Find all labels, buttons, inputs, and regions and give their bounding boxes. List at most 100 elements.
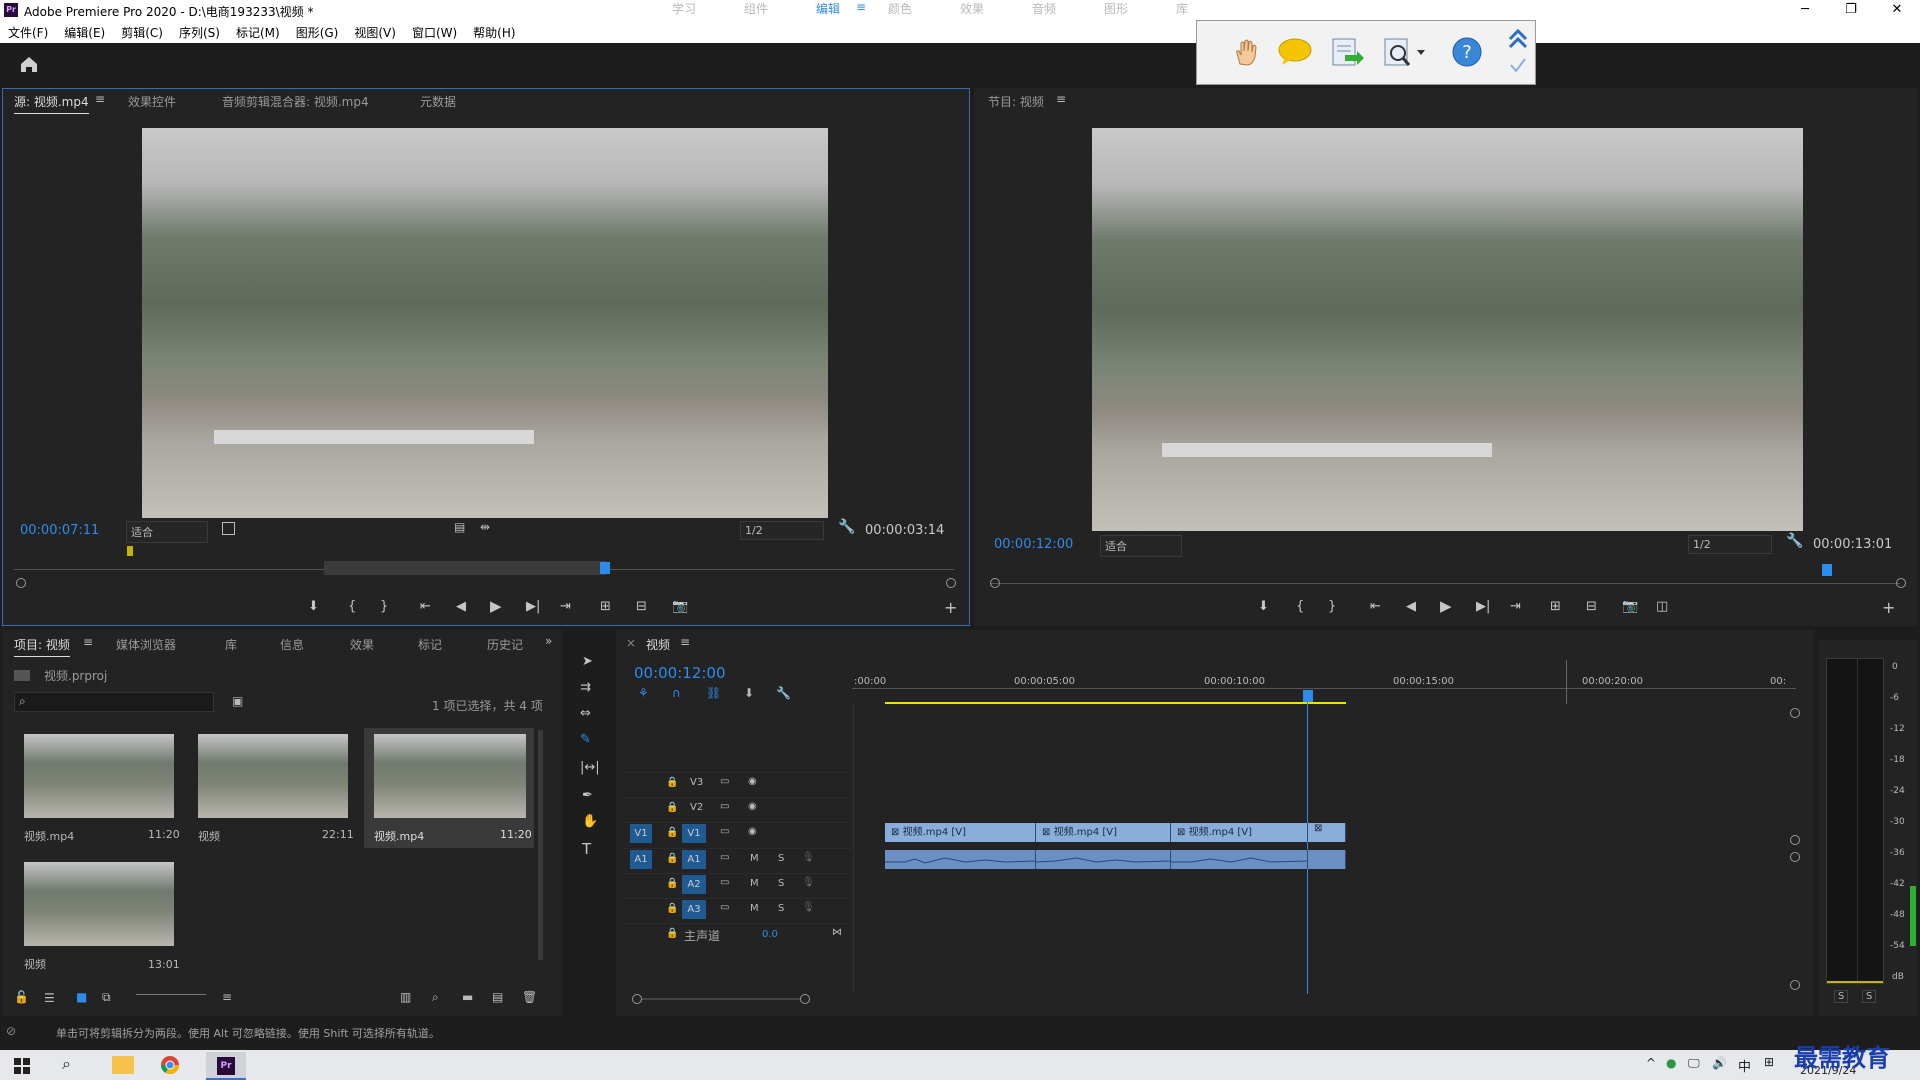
- go-to-end-icon[interactable]: ⋈: [832, 927, 842, 938]
- tab-info[interactable]: 信息: [280, 636, 304, 653]
- tab-effects[interactable]: 效果: [350, 636, 374, 653]
- linked-selection-icon[interactable]: ⛓: [706, 686, 721, 700]
- type-tool-icon[interactable]: T: [582, 840, 591, 858]
- menu-edit[interactable]: 编辑(E): [56, 21, 113, 41]
- lock-icon[interactable]: 🔒: [666, 903, 678, 914]
- mute-button[interactable]: M: [750, 903, 759, 914]
- camera-icon[interactable]: 📷: [1622, 599, 1638, 614]
- solo-button[interactable]: S: [778, 878, 784, 889]
- source-zoom-right-handle[interactable]: [946, 578, 956, 588]
- track-name[interactable]: V1: [682, 824, 706, 843]
- source-wrench-icon[interactable]: 🔧: [838, 519, 855, 535]
- source-resolution-select[interactable]: 1/2: [740, 521, 824, 540]
- source-go-to-in-button[interactable]: ⇤: [420, 599, 431, 614]
- collapse-up-icon[interactable]: [1505, 25, 1531, 79]
- track-name[interactable]: A1: [682, 850, 706, 869]
- source-step-back-button[interactable]: ◀: [456, 599, 466, 614]
- microphone-icon[interactable]: 🎙: [802, 902, 815, 913]
- premiere-taskbar-button[interactable]: Pr: [206, 1052, 246, 1080]
- audio-clip[interactable]: [1171, 850, 1309, 869]
- close-sequence-icon[interactable]: ×: [626, 636, 636, 650]
- audio-clip[interactable]: [885, 850, 1037, 869]
- eye-icon[interactable]: ◉: [748, 826, 757, 837]
- menu-clip[interactable]: 剪辑(C): [113, 21, 171, 41]
- video-tracks-zoom-bottom-handle[interactable]: [1790, 835, 1800, 845]
- tab-audio-clip-mixer[interactable]: 音频剪辑混合器: 视频.mp4: [222, 93, 369, 110]
- source-overwrite-button[interactable]: ⊟: [636, 599, 647, 614]
- tab-effect-controls[interactable]: 效果控件: [128, 93, 176, 110]
- find-icon[interactable]: ⌕: [432, 990, 439, 1005]
- source-patch-a1[interactable]: A1: [630, 850, 652, 869]
- menu-marker[interactable]: 标记(M): [228, 21, 288, 41]
- video-clip[interactable]: ⊠ 视频.mp4 [V]: [1171, 823, 1308, 842]
- volume-icon[interactable]: 🔊: [1712, 1056, 1727, 1070]
- timeline-menu-icon[interactable]: ≡: [680, 635, 690, 649]
- menu-window[interactable]: 窗口(W): [404, 21, 465, 41]
- delete-icon[interactable]: 🗑: [522, 990, 537, 1004]
- lock-icon[interactable]: 🔒: [666, 802, 678, 813]
- sync-lock-icon[interactable]: ▭: [720, 826, 729, 837]
- ime-mode-icon[interactable]: ⊞: [1764, 1055, 1774, 1069]
- search-icon[interactable]: ⌕: [62, 1054, 71, 1074]
- microphone-icon[interactable]: 🎙: [802, 877, 815, 888]
- program-fit-select[interactable]: 适合: [1100, 535, 1182, 557]
- mute-button[interactable]: M: [750, 878, 759, 889]
- freeform-view-icon[interactable]: ⧉: [102, 990, 111, 1005]
- project-item-selected[interactable]: 视频.mp4 11:20: [364, 728, 534, 848]
- workspace-learn[interactable]: 学习: [672, 0, 696, 17]
- timeline-settings-icon[interactable]: 🔧: [776, 686, 791, 700]
- track-select-tool-icon[interactable]: ⇉: [580, 680, 591, 695]
- more-tabs-icon[interactable]: »: [545, 634, 552, 648]
- menu-sequence[interactable]: 序列(S): [171, 21, 228, 41]
- source-add-marker-button[interactable]: ⬇: [308, 599, 319, 614]
- program-step-back-button[interactable]: ◀: [1406, 599, 1416, 614]
- sync-lock-icon[interactable]: ▭: [720, 801, 729, 812]
- timeline-zoom-left-handle[interactable]: [632, 994, 642, 1004]
- work-area-bar[interactable]: [885, 702, 1346, 704]
- comment-icon[interactable]: [1277, 37, 1313, 67]
- tray-app-icon[interactable]: ●: [1666, 1056, 1676, 1070]
- tab-markers[interactable]: 标记: [418, 636, 442, 653]
- source-menu-icon[interactable]: ≡: [95, 92, 105, 106]
- lock-icon[interactable]: 🔒: [666, 827, 678, 838]
- workspace-editing[interactable]: 编辑: [816, 0, 840, 17]
- program-timeline-ruler[interactable]: [990, 583, 1900, 584]
- master-volume-value[interactable]: 0.0: [762, 929, 778, 940]
- slip-tool-icon[interactable]: |↔|: [580, 760, 600, 775]
- lock-icon[interactable]: 🔒: [666, 853, 678, 864]
- program-mark-out-button[interactable]: }: [1328, 599, 1336, 614]
- nest-toggle-icon[interactable]: ⚘: [638, 686, 649, 700]
- tab-sequence[interactable]: 视频: [646, 636, 670, 653]
- source-mark-in-button[interactable]: {: [348, 599, 356, 614]
- source-settings-icon[interactable]: ▤: [454, 520, 465, 534]
- program-zoom-left-handle[interactable]: [990, 578, 1000, 588]
- program-menu-icon[interactable]: ≡: [1056, 92, 1066, 106]
- program-mark-in-button[interactable]: {: [1296, 599, 1304, 614]
- program-step-forward-button[interactable]: ▶|: [1476, 599, 1490, 614]
- workspace-audio[interactable]: 音频: [1032, 0, 1056, 17]
- zoom-icon[interactable]: [1381, 35, 1427, 69]
- add-marker-icon[interactable]: ⬇: [744, 686, 754, 700]
- program-compare-button[interactable]: ◫: [1656, 599, 1668, 614]
- program-extract-button[interactable]: ⊟: [1586, 599, 1597, 614]
- project-search-input[interactable]: ⌕: [14, 692, 214, 712]
- close-button[interactable]: ✕: [1874, 0, 1920, 21]
- source-playhead[interactable]: [600, 562, 610, 574]
- timeline-ruler[interactable]: :00:00 00:00:05:00 00:00:10:00 00:00:15:…: [852, 664, 1796, 706]
- source-insert-button[interactable]: ⊞: [600, 599, 611, 614]
- chrome-icon[interactable]: [160, 1055, 180, 1075]
- menu-graphics[interactable]: 图形(G): [288, 21, 347, 41]
- source-mark-out-button[interactable]: }: [380, 599, 388, 614]
- home-icon[interactable]: [18, 53, 40, 75]
- program-add-marker-button[interactable]: ⬇: [1258, 599, 1269, 614]
- meter-solo-right[interactable]: S: [1862, 990, 1877, 1003]
- selection-tool-icon[interactable]: ➤: [582, 654, 593, 669]
- project-item[interactable]: 视频 13:01: [18, 858, 180, 976]
- tab-media-browser[interactable]: 媒体浏览器: [116, 636, 176, 653]
- lock-icon[interactable]: 🔒: [666, 928, 678, 939]
- help-icon[interactable]: ?: [1451, 36, 1483, 68]
- program-go-to-in-button[interactable]: ⇤: [1370, 599, 1381, 614]
- video-tracks-zoom-top-handle[interactable]: [1790, 708, 1800, 718]
- source-fit-select[interactable]: 适合: [126, 521, 208, 543]
- source-add-button[interactable]: +: [944, 598, 957, 617]
